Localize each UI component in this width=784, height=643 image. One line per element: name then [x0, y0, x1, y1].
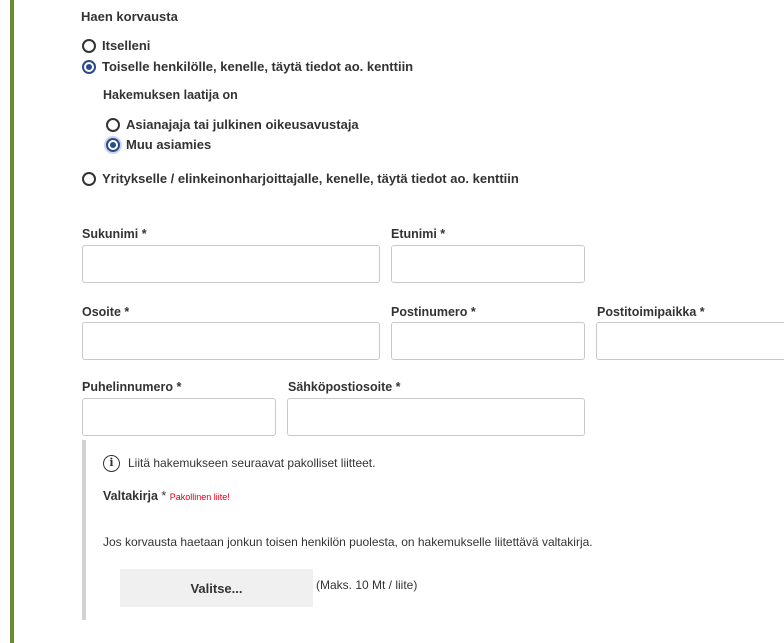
firstname-label: Etunimi * — [391, 227, 446, 241]
address-input[interactable] — [82, 322, 380, 360]
file-size-limit: (Maks. 10 Mt / liite) — [316, 578, 418, 592]
surname-label: Sukunimi * — [82, 227, 147, 241]
radio-lawyer-label[interactable]: Asianajaja tai julkinen oikeusavustaja — [126, 117, 359, 132]
radio-self[interactable] — [82, 39, 96, 53]
firstname-input[interactable] — [391, 245, 585, 283]
radio-self-label[interactable]: Itselleni — [102, 38, 150, 53]
choose-file-button[interactable]: Valitse... — [120, 569, 313, 607]
surname-input[interactable] — [82, 245, 380, 283]
radio-other-person[interactable] — [82, 60, 96, 74]
attachment-description: Jos korvausta haetaan jonkun toisen henk… — [103, 535, 593, 549]
attachment-title: Valtakirja — [103, 489, 158, 503]
postal-code-label: Postinumero * — [391, 305, 476, 319]
section-title: Haen korvausta — [81, 9, 178, 24]
email-label: Sähköpostiosoite * — [288, 380, 401, 394]
address-label: Osoite * — [82, 305, 130, 319]
radio-company-label[interactable]: Yritykselle / elinkeinonharjoittajalle, … — [102, 171, 519, 186]
postal-code-input[interactable] — [391, 322, 585, 360]
phone-label: Puhelinnumero * — [82, 380, 182, 394]
info-icon: i — [103, 455, 120, 472]
attachments-notice: Liitä hakemukseen seuraavat pakolliset l… — [128, 456, 376, 470]
postal-city-label: Postitoimipaikka * — [597, 305, 705, 319]
radio-other-agent-label[interactable]: Muu asiamies — [126, 137, 211, 152]
phone-input[interactable] — [82, 398, 276, 436]
email-input[interactable] — [287, 398, 585, 436]
radio-lawyer[interactable] — [106, 118, 120, 132]
radio-other-agent[interactable] — [106, 138, 120, 152]
section-accent-bar — [10, 0, 14, 643]
radio-other-person-label[interactable]: Toiselle henkilölle, kenelle, täytä tied… — [102, 59, 413, 74]
attachment-required-text: Pakollinen liite! — [169, 492, 230, 502]
radio-company[interactable] — [82, 172, 96, 186]
applicant-title: Hakemuksen laatija on — [103, 88, 238, 102]
attachment-title-row: Valtakirja * Pakollinen liite! — [103, 489, 230, 503]
attachment-required-star: * — [161, 489, 167, 503]
postal-city-input[interactable] — [596, 322, 784, 360]
